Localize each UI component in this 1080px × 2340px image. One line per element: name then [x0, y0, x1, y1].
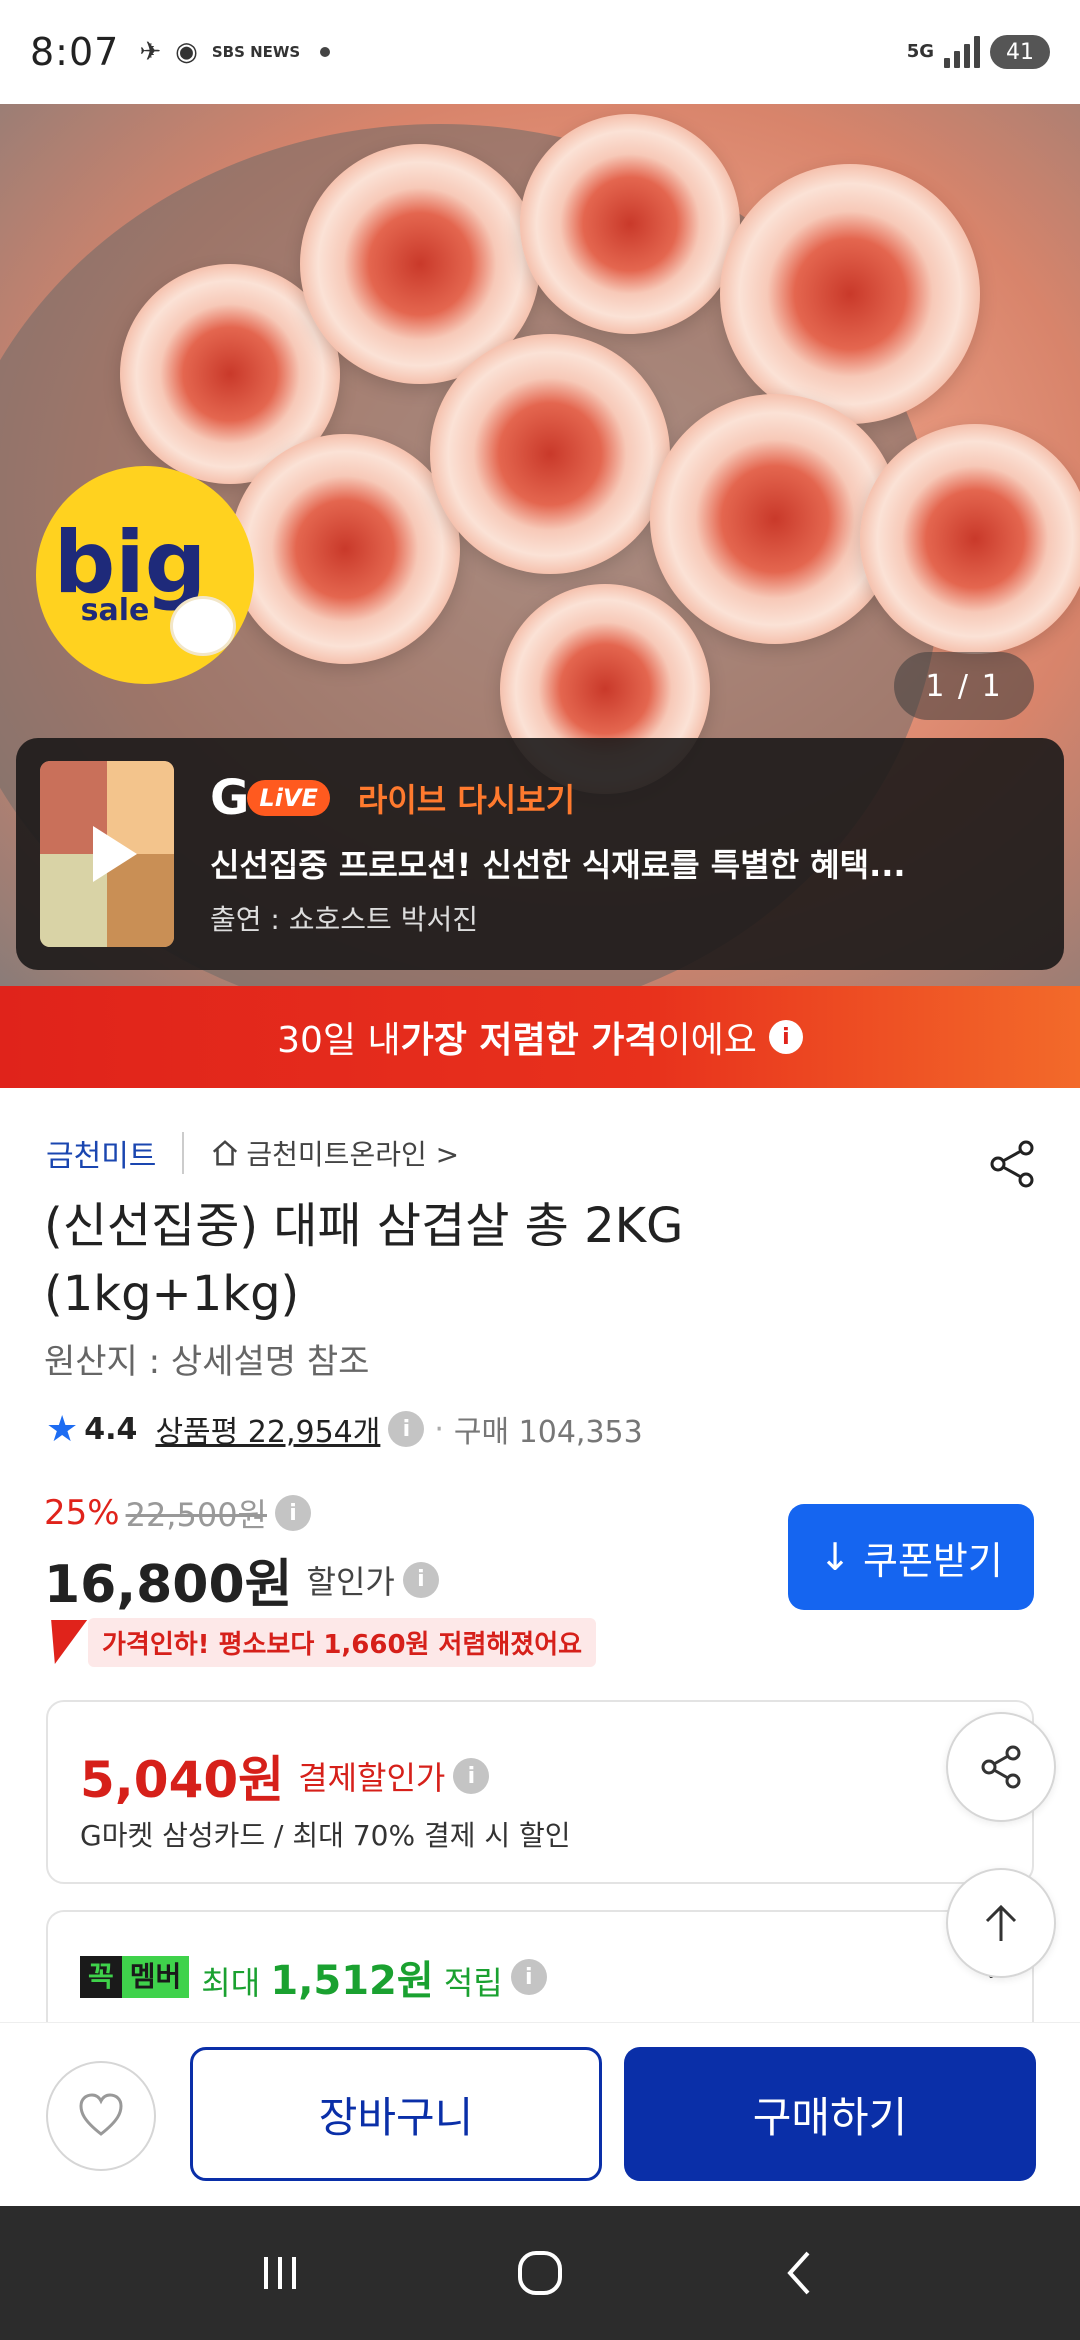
product-origin: 원산지 : 상세설명 참조: [44, 1342, 370, 1382]
live-replay-label: 라이브 다시보기: [357, 781, 576, 819]
info-icon[interactable]: i: [402, 1561, 439, 1598]
media-notification-icon: ◉: [175, 37, 198, 67]
coupon-download-button[interactable]: ↓ 쿠폰받기: [788, 1504, 1034, 1610]
original-price: 22,500원: [125, 1496, 267, 1534]
scroll-to-top-button[interactable]: [946, 1868, 1056, 1978]
app-notification-icon: ✈: [139, 37, 162, 67]
rating-score: 4.4: [84, 1411, 138, 1447]
banner-text-bold: 가장 저렴한 가격: [400, 1020, 658, 1061]
live-thumbnail[interactable]: [40, 761, 174, 947]
store-link[interactable]: 금천미트온라인 >: [246, 1133, 459, 1173]
card-discount-box[interactable]: 5,040원 결제할인가 i G마켓 삼성카드 / 최대 70% 결제 시 할인: [46, 1700, 1034, 1884]
image-page-indicator: 1 / 1: [894, 652, 1034, 720]
big-sale-badge-big: big: [53, 512, 207, 613]
seller-row: 금천미트 금천미트온라인 >: [46, 1128, 459, 1178]
card-discount-desc: G마켓 삼성카드 / 최대 70% 결제 시 할인: [80, 1819, 571, 1852]
banner-text-post: 이에요: [657, 1020, 757, 1061]
reward-post: 적립: [433, 1964, 503, 2002]
live-title: 신선집중 프로모션! 신선한 식재료를 특별한 혜택...: [210, 846, 906, 884]
network-type-icon: 5G: [906, 41, 934, 62]
back-icon[interactable]: [770, 2243, 830, 2303]
status-time: 8:07: [30, 30, 120, 74]
review-count-link[interactable]: 상품평 22,954개: [155, 1407, 380, 1451]
live-replay-card[interactable]: G LiVE 라이브 다시보기 신선집중 프로모션! 신선한 식재료를 특별한 …: [16, 738, 1064, 970]
status-notification-icons: ✈ ◉ SBS NEWS: [139, 37, 331, 67]
star-icon: ★: [46, 1408, 79, 1450]
bunny-icon: [170, 596, 236, 656]
play-icon: [93, 826, 137, 882]
info-icon[interactable]: i: [768, 1020, 803, 1054]
share-icon[interactable]: [984, 1136, 1040, 1192]
signal-icon: [944, 36, 980, 68]
big-sale-badge: big sale: [36, 466, 254, 684]
seller-name-link[interactable]: 금천미트: [46, 1131, 156, 1175]
live-host: 출연 : 쇼호스트 박서진: [210, 903, 478, 936]
home-icon: [210, 1138, 240, 1168]
rating-row: ★ 4.4 상품평 22,954개 i · 구매 104,353: [46, 1404, 643, 1454]
pork-roll-image: [230, 434, 460, 664]
info-icon[interactable]: i: [275, 1495, 311, 1531]
bottom-action-bar: 장바구니 구매하기: [0, 2022, 1080, 2206]
more-notifications-dot-icon: [320, 47, 331, 57]
g-live-logo: G: [210, 770, 250, 826]
info-icon[interactable]: i: [388, 1411, 425, 1447]
banner-text-pre: 30일 내: [277, 1020, 401, 1061]
buy-now-button[interactable]: 구매하기: [624, 2047, 1036, 2181]
card-discount-price: 5,040원: [80, 1751, 285, 1809]
share-icon: [981, 1745, 1021, 1789]
pork-roll-image: [720, 164, 980, 424]
pork-roll-image: [430, 334, 670, 574]
sale-price: 16,800원: [44, 1555, 293, 1615]
system-navigation-bar: [0, 2206, 1080, 2340]
info-icon[interactable]: i: [453, 1758, 490, 1794]
arrow-up-icon: [985, 1904, 1017, 1941]
battery-icon: 41: [990, 35, 1050, 69]
membership-badge: 꼭 멤버: [80, 1956, 190, 1998]
coupon-button-label: 쿠폰받기: [863, 1538, 1003, 1583]
reward-amount: 1,512원: [270, 1958, 434, 2004]
dot-separator: ·: [434, 1411, 444, 1447]
membership-reward-text: 최대 1,512원 적립: [201, 1948, 502, 2006]
heart-icon: [79, 2093, 123, 2136]
card-discount-label: 결제할인가: [298, 1759, 446, 1797]
membership-badge-part2: 멤버: [121, 1956, 190, 1998]
price-row: 16,800원 할인가 i: [44, 1542, 439, 1617]
status-bar: 8:07 ✈ ◉ SBS NEWS 5G 41: [0, 0, 1080, 104]
download-icon: ↓: [819, 1535, 851, 1579]
sale-price-label: 할인가: [306, 1562, 395, 1601]
lowest-price-banner[interactable]: 30일 내 가장 저렴한 가격 이에요 i: [0, 986, 1080, 1088]
product-title: (신선집중) 대패 삼겹살 총 2KG (1kg+1kg): [44, 1198, 684, 1322]
discount-row: 25% 22,500원 i: [44, 1490, 311, 1536]
membership-reward-box[interactable]: 꼭 멤버 최대 1,512원 적립 i ⌄: [46, 1910, 1034, 2030]
live-pill: LiVE: [247, 780, 330, 816]
divider: [182, 1132, 185, 1174]
discount-rate: 25%: [44, 1493, 120, 1533]
pork-roll-image: [520, 114, 740, 334]
reward-pre: 최대: [201, 1964, 271, 2002]
price-down-arrow-icon: [36, 1620, 88, 1664]
purchase-count: 구매 104,353: [453, 1415, 643, 1450]
price-drop-notice: 가격인하! 평소보다 1,660원 저렴해졌어요: [36, 1617, 597, 1667]
news-notification-icon: SBS NEWS: [211, 43, 301, 61]
wishlist-button[interactable]: [46, 2061, 156, 2171]
live-info: G LiVE 라이브 다시보기 신선집중 프로모션! 신선한 식재료를 특별한 …: [210, 770, 1040, 938]
price-drop-text: 가격인하! 평소보다 1,660원 저렴해졌어요: [88, 1617, 597, 1667]
info-icon[interactable]: i: [510, 1959, 547, 1995]
recent-apps-icon[interactable]: [250, 2243, 310, 2303]
membership-badge-part1: 꼭: [80, 1956, 122, 1998]
status-system-icons: 5G 41: [907, 35, 1050, 69]
pork-roll-image: [860, 424, 1080, 654]
big-sale-badge-sale: sale: [80, 592, 150, 628]
floating-share-button[interactable]: [946, 1712, 1056, 1822]
add-to-cart-button[interactable]: 장바구니: [190, 2047, 602, 2181]
home-button-icon[interactable]: [510, 2243, 570, 2303]
